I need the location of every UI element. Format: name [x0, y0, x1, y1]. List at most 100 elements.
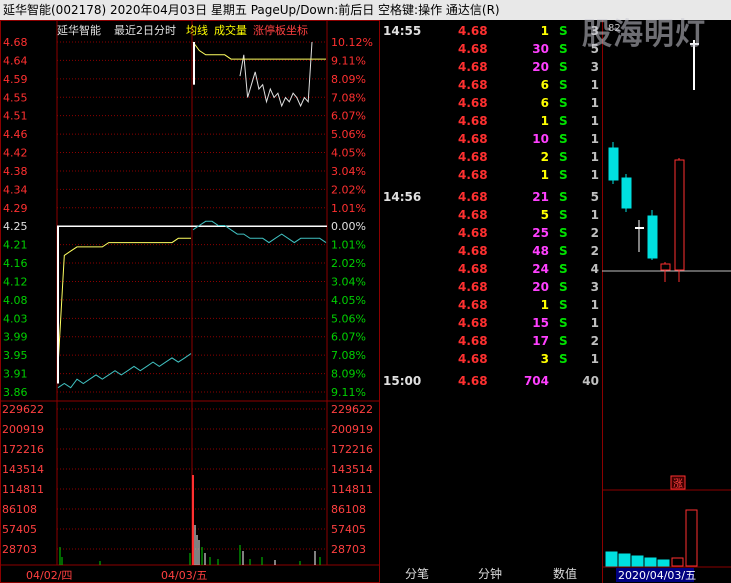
tick-side: S [559, 226, 568, 240]
tick-price: 4.68 [458, 298, 488, 312]
tick-volume: 6 [540, 96, 549, 110]
tick-price: 4.68 [458, 168, 488, 182]
tick-row[interactable]: 14:55 4.68 1 S 3 [381, 24, 601, 42]
tick-count: 5 [590, 190, 599, 204]
price-tick-label: 4.64 [3, 54, 28, 67]
tick-volume: 15 [532, 316, 549, 330]
tick-side: S [559, 190, 568, 204]
tick-volume: 1 [540, 24, 549, 38]
candle-body [674, 159, 685, 271]
day2-price-line [192, 220, 327, 244]
tick-side: S [559, 316, 568, 330]
pct-tick-label: 0.00% [331, 220, 366, 233]
tick-price: 4.68 [458, 374, 488, 388]
x-day-label: 04/03/五 [161, 569, 207, 582]
tick-volume: 48 [532, 244, 549, 258]
daily-volume-bar [605, 551, 618, 567]
tick-volume: 5 [540, 208, 549, 222]
tick-time: 15:00 [383, 374, 422, 388]
tick-trade-list[interactable]: 14:55 4.68 1 S 3 4.68 30 S 5 4.68 20 S 3 4.68 6 S 1 4.68 6… [381, 20, 601, 563]
price-tick-label: 4.34 [3, 183, 28, 196]
pct-tick-label: 9.11% [331, 386, 366, 399]
pct-tick-label: 5.06% [331, 128, 366, 141]
tick-price: 4.68 [458, 42, 488, 56]
bottom-tabs: 分笔 分钟 数值 [381, 565, 601, 583]
candle-body [608, 147, 619, 181]
tick-row[interactable]: 4.68 6 S 1 [381, 96, 601, 114]
tick-row[interactable]: 4.68 6 S 1 [381, 78, 601, 96]
volume-tick-label-right: 143514 [331, 463, 373, 476]
tick-row[interactable]: 14:56 4.68 21 S 5 [381, 190, 601, 208]
tick-price: 4.68 [458, 244, 488, 258]
tick-row[interactable]: 15:00 4.68 704 40 [381, 374, 601, 392]
tick-row[interactable]: 4.68 2 S 1 [381, 150, 601, 168]
tick-count: 2 [590, 244, 599, 258]
volume-tick-label-right: 28703 [331, 543, 366, 556]
tick-row[interactable]: 4.68 20 S 3 [381, 60, 601, 78]
tick-row[interactable]: 4.68 3 S 1 [381, 352, 601, 370]
price-tick-label: 4.16 [3, 257, 28, 270]
tick-row[interactable]: 4.68 10 S 1 [381, 132, 601, 150]
volume-tick-label: 57405 [2, 523, 37, 536]
tick-side: S [559, 60, 568, 74]
tick-row[interactable]: 4.68 25 S 2 [381, 226, 601, 244]
price-tick-label: 4.29 [3, 202, 28, 215]
tick-price: 4.68 [458, 352, 488, 366]
pct-tick-label: 2.02% [331, 183, 366, 196]
volume-tick-label: 172216 [2, 443, 44, 456]
tick-count: 4 [590, 262, 599, 276]
pct-tick-label: 4.05% [331, 147, 366, 160]
pct-tick-label: 10.12% [331, 36, 373, 49]
tick-price: 4.68 [458, 78, 488, 92]
tick-count: 1 [590, 316, 599, 330]
tick-price: 4.68 [458, 226, 488, 240]
intraday-chart[interactable]: 延华智能 最近2日分时 均线 成交量 涨停板坐标 4.68 10.12% 4.64 9.11% 4… [0, 20, 380, 583]
watermark-text: 股海明灯 [582, 17, 706, 52]
daily-date-label: 2020/04/03/五 [618, 569, 696, 582]
tick-row[interactable]: 4.68 20 S 3 [381, 280, 601, 298]
pct-tick-label: 8.09% [331, 73, 366, 86]
tick-row[interactable]: 4.68 1 S 1 [381, 168, 601, 186]
price-tick-label: 3.91 [3, 368, 28, 381]
volume-tick-label-right: 86108 [331, 503, 366, 516]
tick-side: S [559, 208, 568, 222]
tick-row[interactable]: 4.68 1 S 1 [381, 298, 601, 316]
tick-volume: 10 [532, 132, 549, 146]
tick-volume: 30 [532, 42, 549, 56]
daily-kline-chart[interactable]: 82涨2020/04/03/五 [602, 20, 731, 583]
tick-volume: 1 [540, 298, 549, 312]
tick-row[interactable]: 4.68 5 S 1 [381, 208, 601, 226]
legend-item: 均线 [186, 23, 208, 37]
tick-time: 14:55 [383, 24, 422, 38]
tick-row[interactable]: 4.68 30 S 5 [381, 42, 601, 60]
tab-minutes[interactable]: 分钟 [478, 565, 502, 582]
tab-values[interactable]: 数值 [553, 565, 577, 582]
tick-price: 4.68 [458, 150, 488, 164]
tick-side: S [559, 168, 568, 182]
tab-ticks[interactable]: 分笔 [405, 565, 429, 582]
tick-count: 3 [590, 280, 599, 294]
limit-up-badge-text: 涨 [673, 478, 683, 490]
tick-row[interactable]: 4.68 17 S 2 [381, 334, 601, 352]
tick-side: S [559, 150, 568, 164]
tick-volume: 25 [532, 226, 549, 240]
tick-price: 4.68 [458, 132, 488, 146]
tick-volume: 1 [540, 114, 549, 128]
tick-row[interactable]: 4.68 48 S 2 [381, 244, 601, 262]
tick-row[interactable]: 4.68 15 S 1 [381, 316, 601, 334]
tick-count: 40 [582, 374, 599, 388]
pct-tick-label: 3.04% [331, 165, 366, 178]
daily-volume-bar [671, 557, 684, 567]
tick-volume: 2 [540, 150, 549, 164]
tick-side: S [559, 298, 568, 312]
pct-tick-label: 3.04% [331, 275, 366, 288]
price-tick-label: 4.59 [3, 73, 28, 86]
tick-side: S [559, 24, 568, 38]
price-tick-label: 4.55 [3, 91, 28, 104]
tick-side: S [559, 244, 568, 258]
daily-volume-bar [618, 553, 631, 567]
tick-row[interactable]: 4.68 1 S 1 [381, 114, 601, 132]
tick-row[interactable]: 4.68 24 S 4 [381, 262, 601, 280]
pct-tick-label: 1.01% [331, 239, 366, 252]
tick-count: 1 [590, 114, 599, 128]
